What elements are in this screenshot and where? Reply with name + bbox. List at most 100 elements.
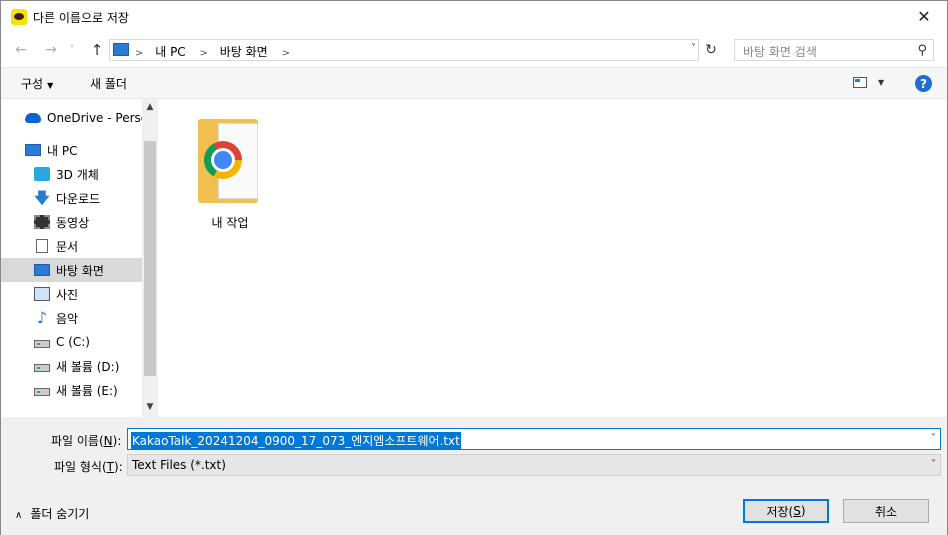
sidebar-item-label: 3D 개체: [56, 167, 99, 182]
sidebar-item-videos[interactable]: 동영상: [1, 210, 142, 234]
folder-label: 내 작업: [211, 216, 249, 230]
help-icon: ?: [920, 76, 927, 91]
sidebar-item-label: C (C:): [56, 335, 90, 349]
refresh-button[interactable]: ↻: [700, 40, 722, 60]
help-button[interactable]: ?: [915, 75, 932, 92]
save-form-panel: 파일 이름(N): KakaoTalk_20241204_0900_17_073…: [1, 417, 947, 535]
up-arrow-icon: ↑: [90, 41, 104, 59]
sidebar-item-drive-c[interactable]: C (C:): [1, 330, 142, 354]
cancel-button[interactable]: 취소: [843, 499, 929, 523]
filename-label-end: ):: [112, 434, 122, 448]
search-icon: ⚲: [917, 43, 927, 58]
navigation-pane: OneDrive - Person 내 PC 3D 개체 🡇 다운로드 동영상 …: [1, 99, 158, 417]
picture-icon: [34, 287, 50, 301]
breadcrumb-item-pc[interactable]: 내 PC: [155, 45, 185, 59]
drive-icon: [34, 340, 50, 348]
filename-field[interactable]: KakaoTalk_20241204_0900_17_073_엔지엠소프트웨어.…: [127, 428, 941, 450]
3d-objects-icon: [34, 167, 50, 181]
filetype-label-end: ):: [114, 460, 123, 474]
filetype-label: 파일 형식(T):: [54, 458, 123, 475]
filetype-select[interactable]: Text Files (*.txt) ˅: [127, 454, 941, 476]
back-button[interactable]: ←: [11, 40, 31, 60]
back-arrow-icon: ←: [15, 42, 27, 58]
sidebar-item-label: 동영상: [56, 215, 90, 230]
search-placeholder: 바탕 화면 검색: [743, 45, 817, 59]
close-icon: ✕: [917, 7, 931, 26]
save-accesskey: S: [793, 504, 801, 518]
organize-label: 구성: [21, 77, 44, 91]
sidebar-item-downloads[interactable]: 🡇 다운로드: [1, 186, 142, 210]
sidebar-item-pictures[interactable]: 사진: [1, 282, 142, 306]
chevron-up-icon: ∧: [15, 510, 23, 521]
filetype-accesskey: T: [106, 460, 115, 474]
filetype-label-text: 파일 형식(: [54, 460, 107, 474]
video-icon: [34, 215, 50, 229]
refresh-icon: ↻: [705, 42, 717, 58]
organize-button[interactable]: 구성 ▼: [21, 75, 53, 92]
sidebar-item-label: 새 볼륨 (E:): [56, 383, 118, 398]
breadcrumb-separator-icon: >: [135, 48, 144, 59]
filename-label: 파일 이름(N):: [51, 432, 121, 449]
title-bar: 다른 이름으로 저장 ✕: [1, 1, 947, 32]
sidebar-item-label: OneDrive - Person: [47, 111, 142, 125]
view-options-icon[interactable]: [853, 77, 867, 88]
sidebar-item-label: 다운로드: [56, 191, 101, 206]
scrollbar-thumb[interactable]: [144, 141, 156, 376]
chevron-down-icon[interactable]: ˅: [931, 433, 936, 444]
breadcrumb-separator-icon: >: [199, 48, 208, 59]
sidebar-item-this-pc[interactable]: 내 PC: [1, 138, 142, 162]
hide-folders-label: 폴더 숨기기: [30, 507, 90, 521]
scroll-down-icon[interactable]: ▼: [142, 399, 158, 417]
save-label: 저장(: [766, 504, 794, 519]
sidebar-item-label: 새 볼륨 (D:): [56, 359, 120, 374]
sidebar-item-documents[interactable]: 문서: [1, 234, 142, 258]
sidebar-item-music[interactable]: ♪ 음악: [1, 306, 142, 330]
breadcrumb-separator-icon[interactable]: >: [282, 48, 290, 59]
sidebar-item-onedrive[interactable]: OneDrive - Person: [1, 106, 142, 130]
file-list-area[interactable]: 내 작업: [158, 99, 947, 417]
save-as-dialog: 다른 이름으로 저장 ✕ ← → ˅ ↑ > 내 PC > 바탕 화면 > ˅ …: [0, 0, 948, 535]
download-icon: 🡇: [34, 189, 50, 207]
forward-arrow-icon: →: [45, 42, 57, 58]
view-caret-down-icon[interactable]: ▼: [878, 78, 884, 87]
command-toolbar: 구성 ▼ 새 폴더 ▼ ?: [1, 67, 947, 99]
breadcrumb: > 내 PC > 바탕 화면 >: [135, 43, 298, 60]
desktop-icon: [34, 264, 50, 276]
scroll-up-icon[interactable]: ▲: [142, 99, 158, 117]
kakaotalk-app-icon: [11, 9, 27, 25]
chrome-icon: [204, 141, 242, 179]
forward-button[interactable]: →: [41, 40, 61, 60]
music-icon: ♪: [36, 308, 48, 327]
new-folder-button[interactable]: 새 폴더: [90, 75, 127, 92]
save-button[interactable]: 저장(S): [743, 499, 829, 523]
navigation-bar: ← → ˅ ↑ > 내 PC > 바탕 화면 > ˅ ↻ 바탕 화면 검색 ⚲: [1, 35, 947, 65]
recent-locations-button[interactable]: ˅: [64, 40, 80, 60]
address-bar[interactable]: > 내 PC > 바탕 화면 > ˅: [109, 39, 699, 61]
sidebar-item-desktop[interactable]: 바탕 화면: [1, 258, 142, 282]
save-label-end: ): [800, 504, 806, 518]
chevron-down-icon: ˅: [69, 45, 75, 55]
filename-label-text: 파일 이름(: [51, 434, 104, 448]
breadcrumb-item-desktop[interactable]: 바탕 화면: [220, 45, 268, 59]
address-dropdown-icon[interactable]: ˅: [691, 43, 696, 54]
sidebar-item-drive-e[interactable]: 새 볼륨 (E:): [1, 378, 142, 402]
search-input[interactable]: 바탕 화면 검색 ⚲: [734, 39, 934, 61]
up-button[interactable]: ↑: [87, 40, 107, 60]
close-button[interactable]: ✕: [901, 1, 947, 32]
sidebar-item-label: 바탕 화면: [56, 263, 104, 278]
window-title: 다른 이름으로 저장: [33, 11, 129, 25]
sidebar-item-label: 음악: [56, 311, 79, 326]
cloud-icon: [25, 113, 41, 123]
navigation-pane-scrollbar[interactable]: ▲ ▼: [142, 99, 158, 417]
drive-icon: [34, 364, 50, 372]
sidebar-item-3d-objects[interactable]: 3D 개체: [1, 162, 142, 186]
hide-folders-button[interactable]: ∧ 폴더 숨기기: [15, 505, 89, 522]
drive-icon: [34, 388, 50, 396]
caret-down-icon: ▼: [47, 81, 54, 90]
document-icon: [36, 239, 48, 253]
sidebar-item-label: 사진: [56, 287, 79, 302]
folder-item[interactable]: 내 작업: [188, 111, 272, 230]
filename-accesskey: N: [103, 434, 113, 448]
sidebar-item-drive-d[interactable]: 새 볼륨 (D:): [1, 354, 142, 378]
filename-value: KakaoTalk_20241204_0900_17_073_엔지엠소프트웨어.…: [131, 432, 461, 449]
